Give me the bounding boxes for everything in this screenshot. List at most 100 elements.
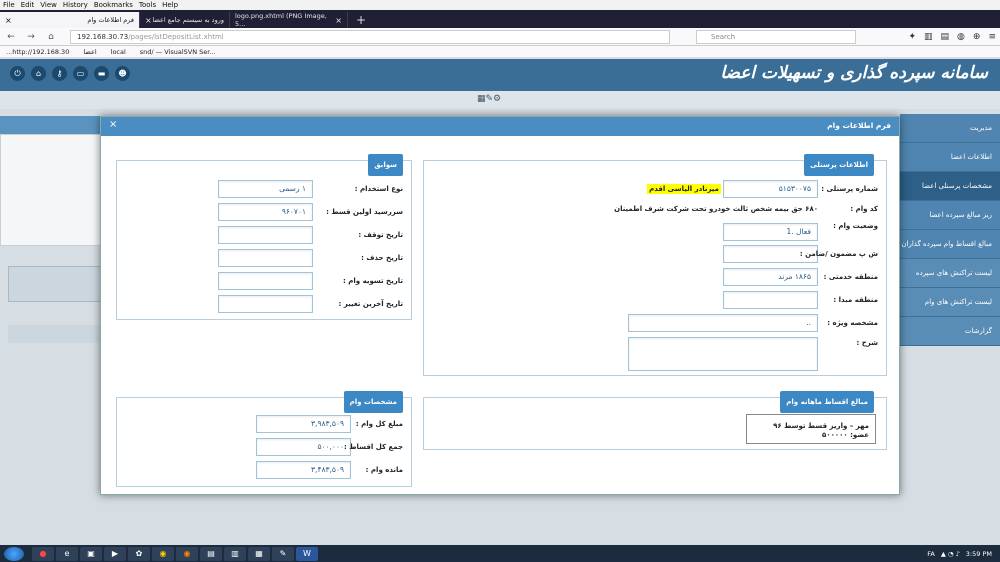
power-icon[interactable]: ⏻ <box>10 66 25 81</box>
sidebar-item-deposit-transactions[interactable]: لیست تراکنش های سپرده <box>900 259 1000 288</box>
installment-item[interactable]: ۹۶ مهر – واریز قسط توسط عضو: ۵۰۰۰۰۰ <box>773 422 869 439</box>
new-tab-button[interactable]: + <box>348 12 374 28</box>
personnel-no-field[interactable]: ۵۱۵۳۰۰۷۵ <box>723 180 818 198</box>
last-change-row: تاریخ آخرین تغییر : <box>218 295 403 313</box>
firefox-icon[interactable]: ◉ <box>176 546 198 561</box>
delete-date-label: تاریخ حذف : <box>361 254 403 262</box>
home-icon[interactable]: ⌂ <box>31 66 46 81</box>
close-icon[interactable]: × <box>5 16 12 25</box>
last-change-field[interactable] <box>218 295 313 313</box>
bookmark-item[interactable]: snd/ — VisualSVN Ser... <box>140 46 216 57</box>
sidebar-item-reports[interactable]: گزارشات <box>900 317 1000 346</box>
library-icon[interactable]: ▥ <box>924 32 933 42</box>
start-button[interactable] <box>4 546 24 561</box>
bookmark-item[interactable]: ...http://192.168.30 <box>6 46 69 57</box>
loan-total-field[interactable]: ۳,۹۸۳,۵۰۹ <box>256 415 351 433</box>
employment-type-field[interactable]: ۱ رسمی <box>218 180 313 198</box>
folder-icon[interactable]: ▣ <box>80 546 102 561</box>
tab-logo[interactable]: logo.png.xhtml (PNG Image, 5... × <box>230 12 348 28</box>
menu-file[interactable]: File <box>3 0 15 10</box>
loan-code-value: ۶۸۰ حق بیمه شخص ثالث خودرو تحت شرکت شرف … <box>614 205 818 213</box>
user-icon[interactable]: ☻ <box>115 66 130 81</box>
origin-area-row: منطقه مبدا : <box>723 291 878 309</box>
tool-icon[interactable]: ▤ <box>200 546 222 561</box>
bookmark-item[interactable]: local <box>111 46 126 57</box>
delete-date-field[interactable] <box>218 249 313 267</box>
bookmark-item[interactable]: اعضا <box>83 46 96 57</box>
special-field[interactable]: .. <box>628 314 818 332</box>
service-area-field[interactable]: ۱۸۶۵ مرند <box>723 268 818 286</box>
settle-date-field[interactable] <box>218 272 313 290</box>
monthly-installments-panel: مبالغ اقساط ماهانه وام ۹۶ مهر – واریز قس… <box>423 391 887 450</box>
sidebar-item-members-info[interactable]: اطلاعات اعضا <box>900 143 1000 172</box>
explorer-icon[interactable]: ▥ <box>224 546 246 561</box>
loan-remain-label: مانده وام : <box>365 466 403 474</box>
word-icon[interactable]: W <box>296 546 318 561</box>
delete-date-row: تاریخ حذف : <box>218 249 403 267</box>
app-icon[interactable]: ✿ <box>128 546 150 561</box>
stop-date-field[interactable] <box>218 226 313 244</box>
home-icon[interactable]: ⌂ <box>44 30 58 44</box>
search-input[interactable]: Search <box>696 29 856 44</box>
menu-edit[interactable]: Edit <box>21 0 35 10</box>
menu-tools[interactable]: Tools <box>139 0 156 10</box>
installment-list: ۹۶ مهر – واریز قسط توسط عضو: ۵۰۰۰۰۰ <box>746 414 876 444</box>
sync-icon[interactable]: ◍ <box>957 32 965 42</box>
sidebar-item-management[interactable]: مدیریت <box>900 114 1000 143</box>
paint-icon[interactable]: ✎ <box>272 546 294 561</box>
menu-bookmarks[interactable]: Bookmarks <box>94 0 133 10</box>
tab-loan-form[interactable]: فرم اطلاعات وام × <box>0 12 140 28</box>
tab-bar: فرم اطلاعات وام × ورود به سیستم جامع اعض… <box>0 10 1000 28</box>
globe-icon[interactable]: ⊕ <box>973 32 981 42</box>
installments-total-field[interactable]: ۵۰۰,۰۰۰ <box>256 438 351 456</box>
sidebar-item-loan-transactions[interactable]: لیست تراکنش های وام <box>900 288 1000 317</box>
key-icon[interactable]: ⚷ <box>52 66 67 81</box>
background-panel-bar <box>8 266 104 302</box>
first-installment-field[interactable]: ۹۶۰۷۰۱ <box>218 203 313 221</box>
close-icon[interactable]: × <box>335 16 342 25</box>
close-icon[interactable]: × <box>109 119 117 130</box>
sidebar-item-personnel[interactable]: مشخصات پرسنلی اعضا <box>900 172 1000 201</box>
tab-login[interactable]: ورود به سیستم جامع اعضا × <box>140 12 230 28</box>
tools-icon[interactable]: ▦✎⚙ <box>477 94 501 104</box>
loan-total-row: مبلغ کل وام : ۳,۹۸۳,۵۰۹ <box>256 415 403 433</box>
origin-area-field[interactable] <box>723 291 818 309</box>
personal-info-panel: اطلاعات پرسنلی شماره پرسنلی : ۵۱۵۳۰۰۷۵ م… <box>423 154 887 376</box>
extension-icon[interactable]: ✦ <box>908 32 916 42</box>
monitor-icon[interactable]: ▭ <box>73 66 88 81</box>
special-label: مشخصه ویژه : <box>827 319 878 327</box>
chrome-icon[interactable]: ◉ <box>152 546 174 561</box>
laptop-icon[interactable]: ▬ <box>94 66 109 81</box>
loan-remain-field[interactable]: ۳,۴۸۳,۵۰۹ <box>256 461 351 479</box>
installments-total-label: جمع کل اقساط : <box>344 443 403 451</box>
sidebar-icon[interactable]: ▤ <box>941 32 950 42</box>
opera-icon[interactable]: ● <box>32 546 54 561</box>
panel-title: مشخصات وام <box>343 391 403 413</box>
tab-label: فرم اطلاعات وام <box>87 16 134 24</box>
menu-icon[interactable]: ≡ <box>988 32 996 42</box>
url-input[interactable]: 192.168.30.73/pages/lstDepositList.xhtml <box>70 29 670 44</box>
back-icon[interactable]: ← <box>4 30 18 44</box>
loan-status-field[interactable]: فعال .1 <box>723 223 818 241</box>
sidebar-item-installments[interactable]: مبالغ اقساط وام سپرده گذاران <box>900 230 1000 259</box>
forward-icon[interactable]: → <box>24 30 38 44</box>
sidebar-item-deposit-details[interactable]: ریز مبالغ سپرده اعضا <box>900 201 1000 230</box>
media-icon[interactable]: ▶ <box>104 546 126 561</box>
menu-history[interactable]: History <box>63 0 88 10</box>
desc-textarea[interactable] <box>628 337 818 371</box>
sub-toolbar: ▦✎⚙ <box>0 91 1000 109</box>
app-header: ⏻ ⌂ ⚷ ▭ ▬ ☻ سامانه سپرده گذاری و تسهیلات… <box>0 59 1000 91</box>
tab-label: logo.png.xhtml (PNG Image, 5... <box>235 12 327 28</box>
terminal-icon[interactable]: ▦ <box>248 546 270 561</box>
panel-title: سوابق <box>368 154 403 176</box>
clock[interactable]: 3:59 PM <box>966 550 992 558</box>
bookmarks-bar: ...http://192.168.30 اعضا local snd/ — V… <box>0 46 1000 58</box>
ie-icon[interactable]: e <box>56 546 78 561</box>
close-icon[interactable]: × <box>145 16 152 25</box>
tray-icons[interactable]: ▲ ◔ ♪ <box>941 550 960 558</box>
language-indicator[interactable]: FA <box>927 550 935 558</box>
modal-title: فرم اطلاعات وام <box>827 121 891 130</box>
loan-status-row: وضعیت وام : <box>818 222 878 230</box>
menu-view[interactable]: View <box>40 0 57 10</box>
menu-help[interactable]: Help <box>162 0 178 10</box>
